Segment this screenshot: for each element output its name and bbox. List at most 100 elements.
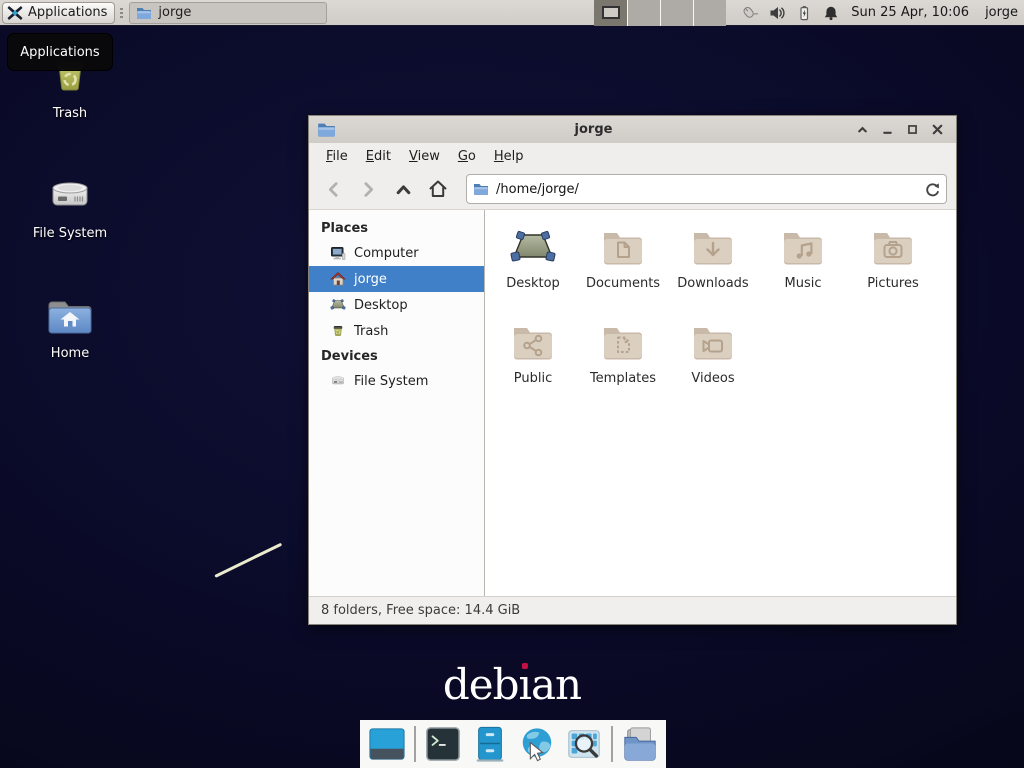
folder-tile-documents[interactable]: Documents	[578, 224, 668, 310]
desktop-icon-home[interactable]: Home	[15, 292, 125, 361]
debian-logo-i: ı	[519, 660, 531, 709]
status-bar: 8 folders, Free space: 14.4 GiB	[309, 596, 956, 624]
sidebar-devices-header: Devices	[309, 344, 484, 368]
pictures-folder-icon	[869, 224, 917, 272]
forward-icon	[360, 181, 377, 198]
terminal-icon	[424, 725, 462, 763]
videos-folder-icon	[689, 319, 737, 367]
workspace-1[interactable]	[594, 0, 627, 26]
menu-edit[interactable]: Edit	[357, 149, 400, 164]
path-bar[interactable]: /home/jorge/	[466, 174, 947, 204]
desktop: Applications jorge Sun 25 Apr, 10:06 jor…	[0, 0, 1024, 768]
hard-drive-icon	[330, 373, 346, 389]
app-finder-launcher[interactable]	[564, 724, 604, 764]
directory-folder-icon	[621, 725, 659, 763]
documents-folder-icon	[599, 224, 647, 272]
battery-icon[interactable]	[796, 5, 812, 21]
close-icon	[930, 122, 945, 137]
up-button[interactable]	[388, 175, 418, 203]
maximize-button[interactable]	[901, 119, 923, 141]
music-folder-icon	[779, 224, 827, 272]
home-button[interactable]	[423, 175, 453, 203]
show-desktop-button[interactable]	[367, 724, 407, 764]
desktop-icon-file-system[interactable]: File System	[15, 172, 125, 241]
workspace-3[interactable]	[660, 0, 693, 26]
app-finder-icon	[565, 725, 603, 763]
up-icon	[395, 181, 412, 198]
file-manager-launcher[interactable]	[470, 724, 510, 764]
desktop-icon-label: File System	[33, 226, 107, 241]
window-title: jorge	[336, 122, 851, 137]
sidebar-item-desktop[interactable]: Desktop	[309, 292, 484, 318]
folder-tile-desktop[interactable]: Desktop	[488, 224, 578, 310]
downloads-folder-icon	[689, 224, 737, 272]
system-tray	[740, 4, 839, 22]
sidebar-item-file-system[interactable]: File System	[309, 368, 484, 394]
terminal-launcher[interactable]	[423, 724, 463, 764]
menu-go[interactable]: Go	[449, 149, 485, 164]
bell-icon[interactable]	[823, 5, 839, 21]
workspace-2[interactable]	[627, 0, 660, 26]
back-button[interactable]	[318, 175, 348, 203]
sidebar-item-trash[interactable]: Trash	[309, 318, 484, 344]
home-folder-icon	[46, 292, 94, 340]
folder-tile-downloads[interactable]: Downloads	[668, 224, 758, 310]
forward-button[interactable]	[353, 175, 383, 203]
back-icon	[325, 181, 342, 198]
web-browser-launcher[interactable]	[517, 724, 557, 764]
file-manager-window: jorge File Edit View Go Help /home/jorge…	[308, 115, 957, 625]
home-icon	[428, 179, 448, 199]
file-view[interactable]: Desktop Documents Downloads Music Pictur…	[485, 210, 956, 596]
close-button[interactable]	[926, 119, 948, 141]
desktop-pad-icon	[509, 224, 557, 272]
top-panel: Applications jorge Sun 25 Apr, 10:06 jor…	[0, 0, 1024, 26]
show-desktop-icon	[368, 725, 406, 763]
folder-tile-templates[interactable]: Templates	[578, 319, 668, 405]
shade-button[interactable]	[851, 119, 873, 141]
window-titlebar[interactable]: jorge	[309, 116, 956, 143]
applications-menu-button[interactable]: Applications	[2, 2, 115, 24]
workspace-4[interactable]	[693, 0, 726, 26]
dock-separator	[611, 726, 613, 762]
shade-icon	[855, 122, 870, 137]
mouse-icon[interactable]	[740, 4, 758, 22]
folder-tile-pictures[interactable]: Pictures	[848, 224, 938, 310]
file-cabinet-icon	[471, 725, 509, 763]
sidebar-item-jorge[interactable]: jorge	[309, 266, 484, 292]
desktop-icon-label: Home	[51, 346, 89, 361]
status-text: 8 folders, Free space: 14.4 GiB	[321, 603, 520, 618]
computer-icon	[330, 245, 346, 261]
folder-tile-public[interactable]: Public	[488, 319, 578, 405]
minimize-button[interactable]	[876, 119, 898, 141]
web-browser-globe-icon	[518, 725, 556, 763]
desktop-icon	[330, 297, 346, 313]
menu-view[interactable]: View	[400, 149, 449, 164]
panel-user-label[interactable]: jorge	[985, 5, 1018, 20]
templates-folder-icon	[599, 319, 647, 367]
volume-icon[interactable]	[769, 5, 785, 21]
folder-icon	[136, 5, 152, 21]
folder-tile-videos[interactable]: Videos	[668, 319, 758, 405]
taskbar-window-button[interactable]: jorge	[129, 2, 327, 24]
toolbar: /home/jorge/	[309, 169, 956, 210]
trash-icon	[330, 323, 346, 339]
debian-logo: debıan	[443, 660, 581, 709]
panel-clock[interactable]: Sun 25 Apr, 10:06	[851, 5, 969, 20]
menu-help[interactable]: Help	[485, 149, 533, 164]
path-text[interactable]: /home/jorge/	[496, 182, 916, 197]
dock-separator	[414, 726, 416, 762]
folder-icon	[473, 181, 489, 197]
panel-handle[interactable]	[117, 4, 125, 22]
directory-menu-button[interactable]	[620, 724, 660, 764]
taskbar-window-label: jorge	[158, 5, 191, 20]
sidebar: Places Computer jorge Desktop Trash	[309, 210, 485, 596]
desktop-icon-label: Trash	[53, 106, 87, 121]
hard-drive-icon	[46, 172, 94, 220]
folder-tile-music[interactable]: Music	[758, 224, 848, 310]
sidebar-item-computer[interactable]: Computer	[309, 240, 484, 266]
debian-logo-dot	[522, 663, 528, 669]
reload-icon[interactable]	[923, 181, 940, 198]
home-icon	[330, 271, 346, 287]
menu-file[interactable]: File	[317, 149, 357, 164]
workspace-window-miniature	[602, 6, 620, 19]
